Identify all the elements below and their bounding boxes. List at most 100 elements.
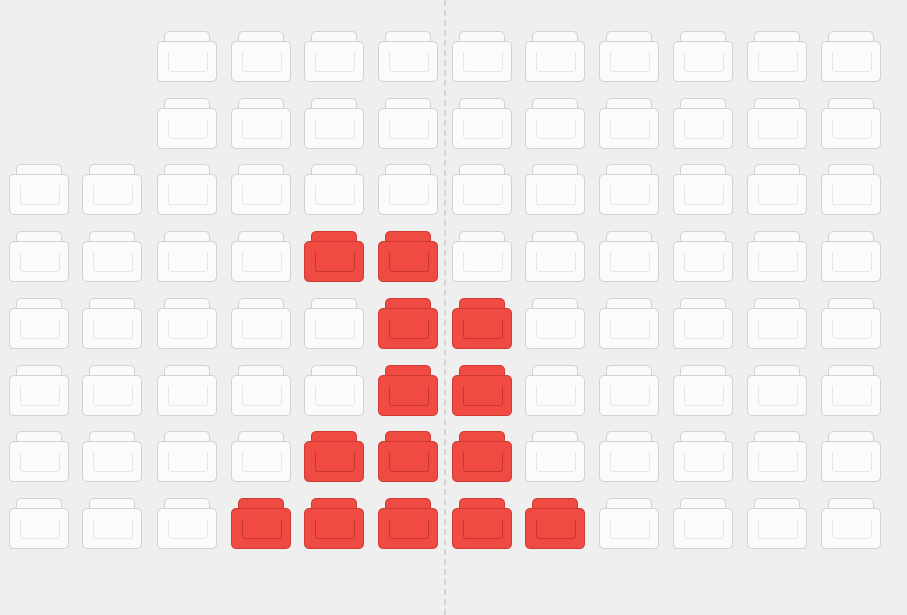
seat-available[interactable] [304, 298, 364, 349]
seat-available[interactable] [9, 164, 69, 215]
seat-available[interactable] [821, 98, 881, 149]
seat-available[interactable] [378, 31, 438, 82]
seat-cushion-inner [242, 185, 282, 205]
seat-taken[interactable] [452, 498, 512, 549]
seat-available[interactable] [452, 31, 512, 82]
seat-taken[interactable] [304, 498, 364, 549]
seat-available[interactable] [378, 98, 438, 149]
seat-available[interactable] [231, 98, 291, 149]
seat-available[interactable] [231, 431, 291, 482]
seat-available[interactable] [9, 231, 69, 282]
seat-available[interactable] [821, 31, 881, 82]
seat-available[interactable] [452, 98, 512, 149]
seat-available[interactable] [599, 298, 659, 349]
seat-available[interactable] [821, 365, 881, 416]
seat-available[interactable] [525, 431, 585, 482]
seat-available[interactable] [157, 431, 217, 482]
seat-taken[interactable] [525, 498, 585, 549]
seat-available[interactable] [821, 231, 881, 282]
seat-available[interactable] [304, 31, 364, 82]
seat-available[interactable] [82, 498, 142, 549]
seat-available[interactable] [231, 365, 291, 416]
seat-available[interactable] [599, 164, 659, 215]
seat-available[interactable] [747, 31, 807, 82]
seat-available[interactable] [9, 431, 69, 482]
seat-available[interactable] [157, 31, 217, 82]
seat-available[interactable] [673, 231, 733, 282]
seat-available[interactable] [673, 31, 733, 82]
seat-available[interactable] [747, 498, 807, 549]
seat-available[interactable] [821, 498, 881, 549]
seat-available[interactable] [82, 431, 142, 482]
seat-available[interactable] [673, 498, 733, 549]
seat-available[interactable] [599, 365, 659, 416]
seat-taken[interactable] [378, 298, 438, 349]
seat-available[interactable] [231, 298, 291, 349]
seat-available[interactable] [231, 231, 291, 282]
seat-available[interactable] [673, 98, 733, 149]
seat-available[interactable] [231, 31, 291, 82]
seat-available[interactable] [525, 298, 585, 349]
seat-available[interactable] [747, 298, 807, 349]
seat-available[interactable] [747, 231, 807, 282]
seat-available[interactable] [378, 164, 438, 215]
seat-available[interactable] [82, 164, 142, 215]
seat-available[interactable] [304, 98, 364, 149]
seat-taken[interactable] [452, 431, 512, 482]
seat-taken[interactable] [378, 431, 438, 482]
seat-taken[interactable] [378, 498, 438, 549]
seat-available[interactable] [9, 365, 69, 416]
seat-cushion-inner [758, 452, 798, 472]
seat-taken[interactable] [378, 231, 438, 282]
seat-cushion [525, 108, 585, 149]
seat-available[interactable] [9, 498, 69, 549]
seat-taken[interactable] [304, 431, 364, 482]
seat-available[interactable] [599, 98, 659, 149]
seat-available[interactable] [304, 365, 364, 416]
seat-cushion-inner [168, 452, 208, 472]
seat-available[interactable] [82, 365, 142, 416]
seat-taken[interactable] [231, 498, 291, 549]
seat-available[interactable] [304, 164, 364, 215]
seat-available[interactable] [673, 164, 733, 215]
seat-cushion-inner [93, 185, 133, 205]
seat-available[interactable] [599, 231, 659, 282]
seat-taken[interactable] [378, 365, 438, 416]
seat-available[interactable] [525, 231, 585, 282]
seat-available[interactable] [525, 98, 585, 149]
seat-available[interactable] [821, 164, 881, 215]
seat-available[interactable] [231, 164, 291, 215]
seat-available[interactable] [673, 298, 733, 349]
seat-available[interactable] [82, 231, 142, 282]
seat-available[interactable] [452, 231, 512, 282]
seat-available[interactable] [821, 431, 881, 482]
seat-available[interactable] [9, 298, 69, 349]
seat-cushion-inner [242, 519, 282, 539]
seat-available[interactable] [157, 498, 217, 549]
seat-cushion [673, 508, 733, 549]
seat-available[interactable] [673, 431, 733, 482]
seat-available[interactable] [157, 164, 217, 215]
seat-available[interactable] [747, 431, 807, 482]
seat-available[interactable] [157, 298, 217, 349]
seat-available[interactable] [452, 164, 512, 215]
seat-available[interactable] [599, 498, 659, 549]
seat-cushion-inner [536, 519, 576, 539]
seat-available[interactable] [747, 365, 807, 416]
seat-taken[interactable] [452, 365, 512, 416]
seat-available[interactable] [525, 365, 585, 416]
seat-available[interactable] [747, 98, 807, 149]
seat-available[interactable] [157, 98, 217, 149]
seat-available[interactable] [599, 431, 659, 482]
seat-available[interactable] [157, 365, 217, 416]
seat-available[interactable] [525, 164, 585, 215]
seat-available[interactable] [673, 365, 733, 416]
seat-taken[interactable] [452, 298, 512, 349]
seat-available[interactable] [82, 298, 142, 349]
seat-available[interactable] [157, 231, 217, 282]
seat-taken[interactable] [304, 231, 364, 282]
seat-available[interactable] [747, 164, 807, 215]
seat-available[interactable] [599, 31, 659, 82]
seat-available[interactable] [525, 31, 585, 82]
seat-available[interactable] [821, 298, 881, 349]
